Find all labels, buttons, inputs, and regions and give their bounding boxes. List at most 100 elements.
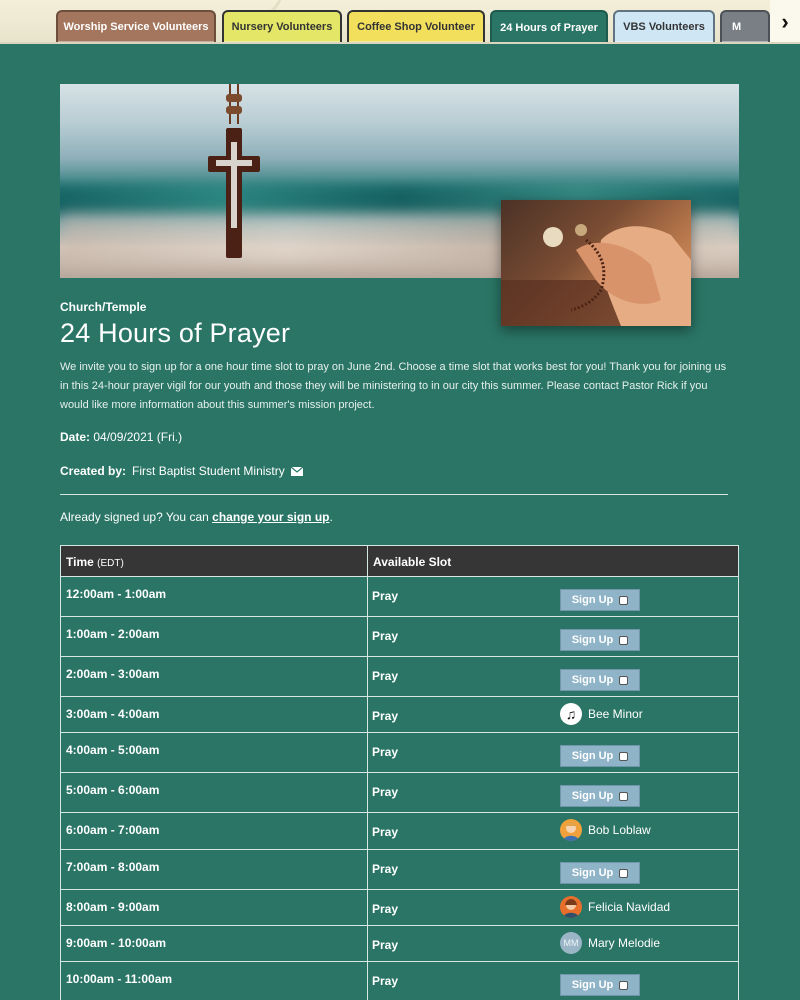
tab-more[interactable]: M (720, 10, 770, 42)
sign-up-checkbox[interactable] (619, 980, 629, 990)
sign-up-button[interactable]: Sign Up (560, 745, 640, 767)
slot-name: Pray (372, 974, 399, 988)
header-time: Time (EDT) (61, 546, 368, 576)
header-available-slot: Available Slot (373, 555, 452, 569)
signed-up-person: Bob Loblaw (560, 819, 651, 841)
table-row: 9:00am - 10:00am Pray MM Mary Melodie (61, 926, 738, 962)
slot-cell: Pray Bob Loblaw (368, 813, 738, 849)
sign-up-label: Sign Up (571, 979, 614, 991)
sign-up-label: Sign Up (571, 594, 614, 606)
slot-name: Pray (372, 745, 399, 759)
music-note-icon: ♫ (560, 703, 582, 725)
slot-name: Pray (372, 629, 399, 643)
date-value: 04/09/2021 (Fri.) (93, 430, 183, 444)
sign-up-label: Sign Up (571, 867, 614, 879)
signed-up-period: . (329, 510, 333, 524)
slot-time: 6:00am - 7:00am (61, 813, 368, 849)
slot-cell: Pray Sign Up (368, 733, 738, 772)
table-row: 5:00am - 6:00am Pray Sign Up (61, 773, 738, 813)
event-category: Church/Temple (60, 300, 147, 314)
slot-name: Pray (372, 709, 399, 723)
slot-name: Pray (372, 785, 399, 799)
signed-up-person: Felicia Navidad (560, 896, 670, 918)
header-time-label: Time (66, 555, 94, 569)
table-row: 1:00am - 2:00am Pray Sign Up (61, 617, 738, 657)
date-label: Date: (60, 430, 91, 444)
praying-hands-photo (501, 200, 691, 326)
created-by-label: Created by: (60, 464, 127, 478)
slot-name: Pray (372, 902, 399, 916)
person-name: Felicia Navidad (588, 900, 671, 914)
avatar (560, 896, 582, 918)
slot-cell: Pray Sign Up (368, 577, 738, 616)
sign-up-checkbox[interactable] (619, 868, 629, 878)
page-title: 24 Hours of Prayer (60, 318, 291, 348)
sign-up-button[interactable]: Sign Up (560, 785, 640, 807)
event-creator: Created by: First Baptist Student Minist… (60, 464, 303, 478)
tab-worship-service-volunteers[interactable]: Worship Service Volunteers (56, 10, 216, 42)
sign-up-checkbox[interactable] (619, 675, 629, 685)
cross-pendant-image (208, 84, 260, 258)
table-row: 12:00am - 1:00am Pray Sign Up (61, 577, 738, 617)
sign-up-button[interactable]: Sign Up (560, 589, 640, 611)
slot-time: 12:00am - 1:00am (61, 577, 368, 616)
table-row: 8:00am - 9:00am Pray Felicia Navidad (61, 890, 738, 926)
slot-cell: Pray ♫ Bee Minor (368, 697, 738, 732)
slot-cell: Pray Sign Up (368, 962, 738, 1000)
tab-vbs-volunteers[interactable]: VBS Volunteers (613, 10, 715, 42)
envelope-icon[interactable] (290, 466, 303, 476)
sign-up-button[interactable]: Sign Up (560, 974, 640, 996)
sign-up-checkbox[interactable] (619, 635, 629, 645)
already-signed-up-line: Already signed up? You can change your s… (60, 510, 333, 524)
slot-time: 9:00am - 10:00am (61, 926, 368, 961)
slot-name: Pray (372, 862, 399, 876)
tab-24-hours-of-prayer[interactable]: 24 Hours of Prayer (490, 10, 608, 42)
avatar-initials: MM (560, 932, 582, 954)
sign-up-button[interactable]: Sign Up (560, 862, 640, 884)
slot-cell: Pray Sign Up (368, 773, 738, 812)
tab-bar: Worship Service Volunteers Nursery Volun… (0, 0, 800, 44)
table-row: 4:00am - 5:00am Pray Sign Up (61, 733, 738, 773)
table-header: Time (EDT) Available Slot (61, 546, 738, 577)
table-row: 6:00am - 7:00am Pray Bob Loblaw (61, 813, 738, 850)
header-time-tz: (EDT) (97, 558, 124, 569)
slot-time: 3:00am - 4:00am (61, 697, 368, 732)
person-name: Mary Melodie (588, 936, 661, 950)
created-by-value: First Baptist Student Ministry (132, 464, 285, 478)
sign-up-label: Sign Up (571, 790, 614, 802)
slot-name: Pray (372, 825, 399, 839)
sign-up-button[interactable]: Sign Up (560, 629, 640, 651)
sign-up-checkbox[interactable] (619, 595, 629, 605)
event-date: Date: 04/09/2021 (Fri.) (60, 430, 182, 444)
slot-time: 7:00am - 8:00am (61, 850, 368, 889)
signed-up-person: MM Mary Melodie (560, 932, 660, 954)
table-row: 7:00am - 8:00am Pray Sign Up (61, 850, 738, 890)
slot-cell: Pray Sign Up (368, 617, 738, 656)
slot-time: 5:00am - 6:00am (61, 773, 368, 812)
signed-up-text: Already signed up? You can (60, 510, 209, 524)
change-sign-up-link[interactable]: change your sign up (212, 510, 329, 524)
chevron-right-icon[interactable]: › (770, 0, 800, 42)
slot-name: Pray (372, 938, 399, 952)
slot-time: 1:00am - 2:00am (61, 617, 368, 656)
signup-table: Time (EDT) Available Slot 12:00am - 1:00… (60, 545, 739, 1000)
table-row: 2:00am - 3:00am Pray Sign Up (61, 657, 738, 697)
slot-cell: Pray Felicia Navidad (368, 890, 738, 925)
sign-up-button[interactable]: Sign Up (560, 669, 640, 691)
tab-nursery-volunteers[interactable]: Nursery Volunteers (222, 10, 342, 42)
tab-coffee-shop-volunteer[interactable]: Coffee Shop Volunteer (347, 10, 485, 42)
table-row: 3:00am - 4:00am Pray ♫ Bee Minor (61, 697, 738, 733)
event-description: We invite you to sign up for a one hour … (60, 361, 727, 411)
person-name: Bob Loblaw (588, 823, 651, 837)
sign-up-label: Sign Up (571, 750, 614, 762)
table-row: 10:00am - 11:00am Pray Sign Up (61, 962, 738, 1000)
person-name: Bee Minor (588, 707, 643, 721)
slot-name: Pray (372, 669, 399, 683)
slot-name: Pray (372, 589, 399, 603)
sign-up-checkbox[interactable] (619, 791, 629, 801)
sign-up-checkbox[interactable] (619, 751, 629, 761)
sign-up-label: Sign Up (571, 674, 614, 686)
slot-cell: Pray Sign Up (368, 657, 738, 696)
slot-time: 8:00am - 9:00am (61, 890, 368, 925)
slot-time: 4:00am - 5:00am (61, 733, 368, 772)
